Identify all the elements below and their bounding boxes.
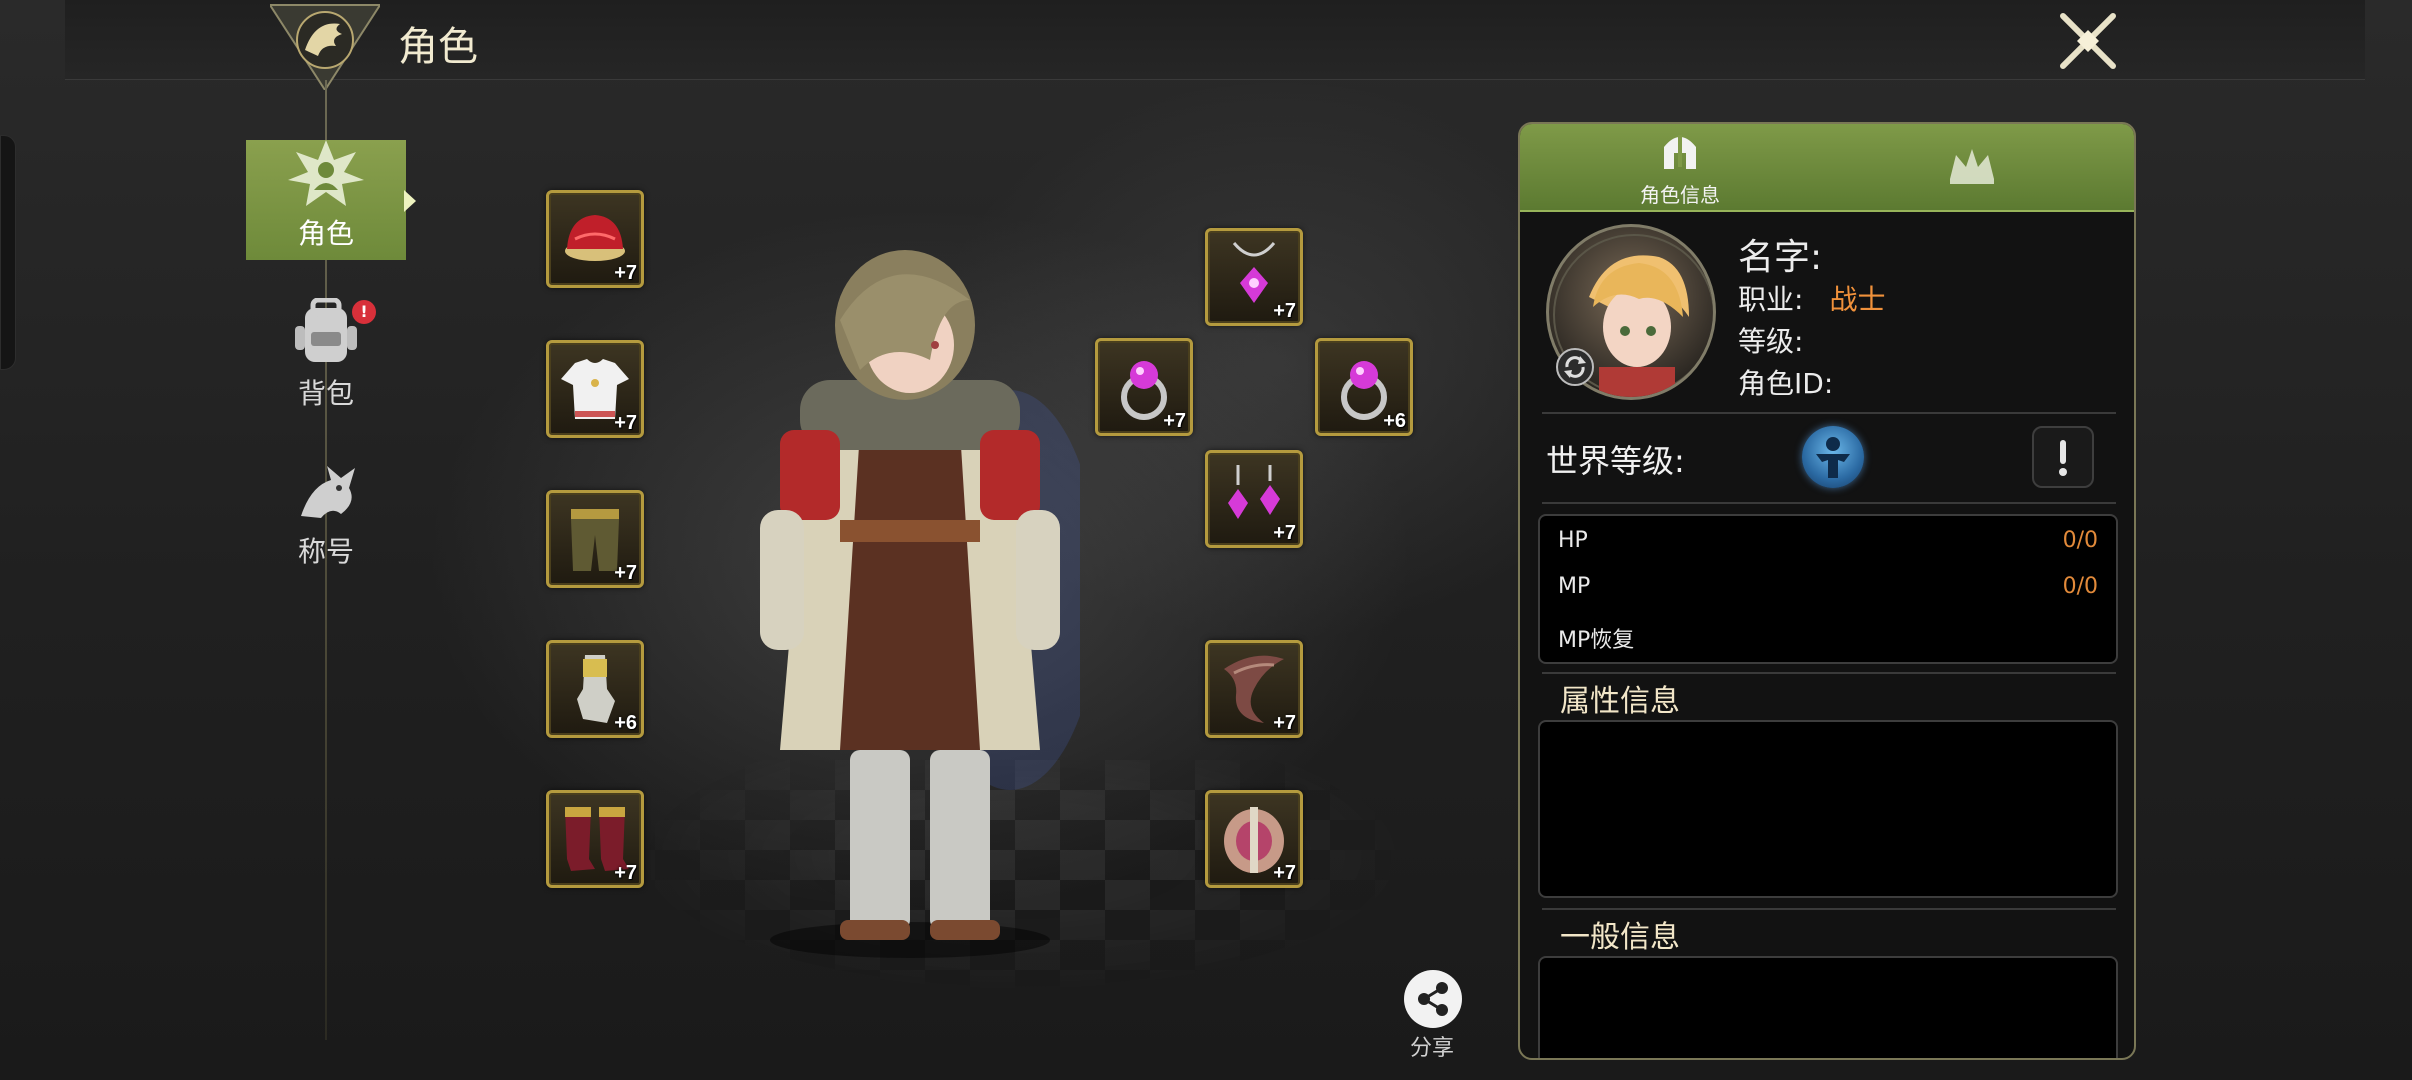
- enhance-level: +6: [1383, 410, 1406, 432]
- nav-item-label: 角色: [297, 217, 354, 250]
- enhance-level: +7: [614, 562, 637, 584]
- world-level-icon[interactable]: [1802, 426, 1864, 488]
- name-label: 名字:: [1738, 237, 1823, 278]
- stat-row-mp-recovery: MP恢复: [1558, 622, 2098, 654]
- character-model: [740, 230, 1100, 960]
- attribute-info-title: 属性信息: [1560, 684, 1680, 719]
- close-swords-icon[interactable]: [2055, 8, 2121, 74]
- stat-value: 0/0: [2062, 574, 2098, 599]
- enhance-level: +7: [1273, 712, 1296, 734]
- stat-label: MP恢复: [1558, 628, 1635, 653]
- enhance-level: +7: [1273, 300, 1296, 322]
- nav-item-label: 背包: [297, 377, 354, 410]
- enhance-level: +7: [614, 262, 637, 284]
- tab-character-info[interactable]: 角色信息: [1580, 124, 1780, 212]
- nav-item-character[interactable]: 角色: [246, 140, 406, 260]
- character-nav-icon: [286, 138, 366, 210]
- enhance-level: +7: [1163, 410, 1186, 432]
- backpack-icon: [291, 298, 361, 370]
- share-label: 分享: [1410, 1036, 1455, 1061]
- job-label: 职业:: [1738, 283, 1804, 316]
- enhance-level: +7: [614, 862, 637, 884]
- divider: [1542, 502, 2116, 504]
- divider: [1542, 412, 2116, 414]
- enhance-level: +6: [614, 712, 637, 734]
- stat-row-mp: MP 0/0: [1558, 574, 2098, 599]
- enhance-level: +7: [1273, 522, 1296, 544]
- stat-row-hp: HP 0/0: [1558, 528, 2098, 553]
- enhance-level: +7: [1273, 862, 1296, 884]
- page-title: 角色: [398, 25, 478, 69]
- stat-value: 0/0: [2062, 528, 2098, 553]
- equip-slot-earrings[interactable]: +7: [1205, 450, 1303, 548]
- character-info-panel: 角色信息 名字: 职业: 战士 等级: 角色ID: 世界等级: HP 0/0 M…: [1518, 122, 2136, 1060]
- helmet-icon: [1656, 129, 1704, 177]
- job-value: 战士: [1829, 283, 1886, 316]
- notification-badge: !: [352, 300, 376, 324]
- stat-label: MP: [1558, 574, 1591, 599]
- tab-crown[interactable]: [1872, 124, 2072, 212]
- equip-slot-boots[interactable]: +7: [546, 790, 644, 888]
- character-id-label: 角色ID:: [1738, 367, 1834, 400]
- equip-slot-pants[interactable]: +7: [546, 490, 644, 588]
- equip-slot-hat[interactable]: +7: [546, 190, 644, 288]
- equip-slot-main-weapon[interactable]: +7: [1205, 640, 1303, 738]
- stats-box: HP 0/0 MP 0/0 MP恢复: [1538, 514, 2118, 664]
- panel-tab-bar: 角色信息: [1520, 124, 2134, 212]
- tab-label: 角色信息: [1640, 182, 1720, 207]
- general-info-box[interactable]: [1538, 956, 2118, 1058]
- level-label: 等级:: [1738, 325, 1804, 358]
- left-edge-tab: [0, 135, 16, 370]
- equip-slot-necklace[interactable]: +7: [1205, 228, 1303, 326]
- divider: [1542, 908, 2116, 910]
- share-icon[interactable]: [1404, 970, 1462, 1028]
- world-level-label: 世界等级:: [1546, 442, 1685, 480]
- dragon-emblem-icon: [268, 0, 382, 92]
- equip-slot-gloves[interactable]: +6: [546, 640, 644, 738]
- nav-item-backpack[interactable]: 背包 !: [246, 298, 406, 420]
- attribute-info-box[interactable]: [1538, 720, 2118, 898]
- equip-slot-shirt[interactable]: +7: [546, 340, 644, 438]
- refresh-icon[interactable]: [1556, 348, 1594, 386]
- nav-pointer-icon: [404, 190, 416, 212]
- dragon-title-icon: [291, 456, 361, 528]
- equip-slot-ring-right[interactable]: +6: [1315, 338, 1413, 436]
- nav-item-label: 称号: [297, 535, 354, 568]
- equip-slot-sub-weapon[interactable]: +7: [1205, 790, 1303, 888]
- equip-slot-ring-left[interactable]: +7: [1095, 338, 1193, 436]
- enhance-level: +7: [614, 412, 637, 434]
- divider: [1542, 672, 2116, 674]
- help-icon[interactable]: [2032, 426, 2094, 488]
- nav-item-title[interactable]: 称号: [246, 458, 406, 578]
- job-row: 职业: 战士: [1738, 278, 1885, 318]
- crown-icon: [1946, 145, 1998, 189]
- stat-label: HP: [1558, 528, 1588, 553]
- general-info-title: 一般信息: [1560, 920, 1680, 955]
